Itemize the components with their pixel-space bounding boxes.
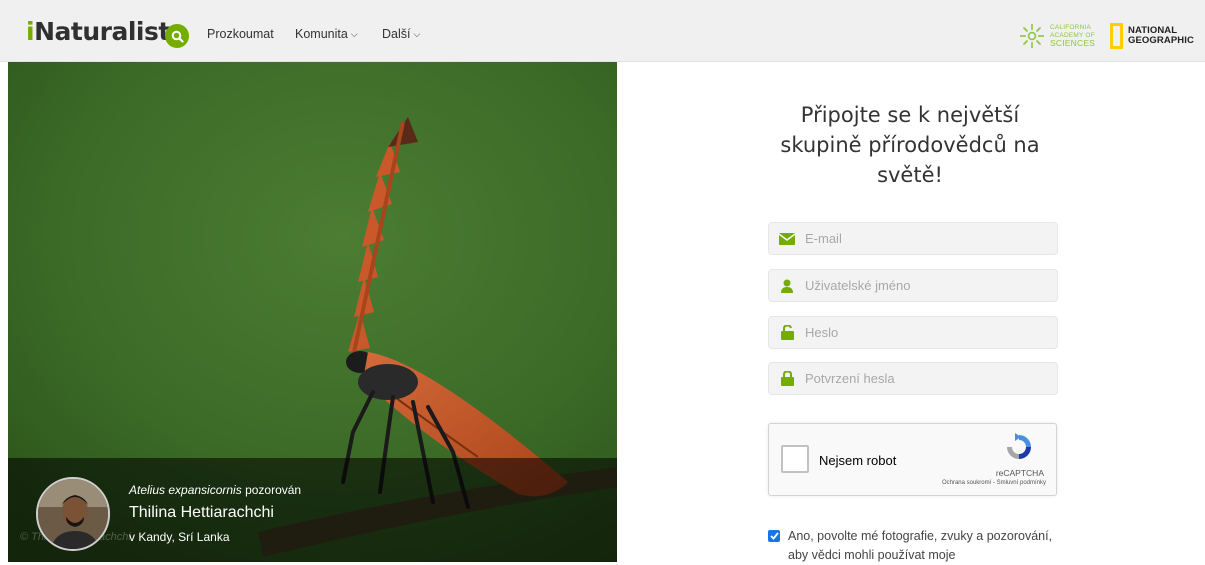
consent-label: Ano, povolte mé fotografie, zvuky a pozo… (788, 529, 1053, 562)
chevron-down-icon: ⌵ (350, 29, 358, 39)
natgeo-frame-icon (1110, 23, 1123, 49)
recaptcha-links[interactable]: Ochrana soukromí - Smluvní podmínky (942, 480, 1046, 486)
nav-community[interactable]: Komunita ⌵ (295, 26, 358, 42)
unlocked-icon (769, 325, 805, 340)
inaturalist-logo[interactable]: iNaturalist (26, 17, 170, 47)
natgeo-text: NATIONAL GEOGRAPHIC (1128, 25, 1194, 47)
observer-name[interactable]: Thilina Hettiarachchi (129, 504, 274, 522)
nav-explore-label: Prozkoumat (207, 27, 274, 41)
password-confirm-input[interactable] (805, 371, 1045, 386)
consent-checkbox[interactable] (768, 530, 780, 542)
checkmark-icon (769, 532, 779, 540)
user-icon (769, 279, 805, 293)
username-input[interactable] (805, 278, 1045, 293)
logo-prefix: i (26, 17, 35, 46)
recaptcha-brand: reCAPTCHA (995, 468, 1044, 478)
nav-explore[interactable]: Prozkoumat (207, 26, 274, 42)
top-navbar: iNaturalist Prozkoumat Komunita ⌵ Další ⌵ … (0, 0, 1205, 62)
recaptcha-widget: Nejsem robot reCAPTCHA Ochrana soukromí … (768, 423, 1057, 496)
recaptcha-logo-icon (1004, 432, 1034, 467)
national-geographic-logo[interactable]: NATIONAL GEOGRAPHIC (1110, 22, 1194, 50)
search-icon (171, 30, 184, 43)
username-field[interactable] (768, 269, 1058, 302)
cas-text: CALIFORNIA ACADEMY OF SCIENCES (1050, 24, 1095, 48)
natgeo-line-2: GEOGRAPHIC (1128, 35, 1194, 46)
cas-line-3: SCIENCES (1050, 38, 1096, 48)
cas-sunburst-icon (1020, 24, 1044, 48)
nav-community-label: Komunita (295, 27, 348, 41)
cas-line-1: CALIFORNIA (1050, 24, 1092, 31)
nav-more[interactable]: Další ⌵ (382, 26, 420, 42)
logo-text: Naturalist (34, 17, 170, 46)
envelope-icon (769, 232, 805, 245)
observer-avatar[interactable] (36, 477, 110, 551)
password-confirm-field[interactable] (768, 362, 1058, 395)
email-field[interactable] (768, 222, 1058, 255)
california-academy-logo[interactable]: CALIFORNIA ACADEMY OF SCIENCES (1018, 21, 1095, 51)
email-input[interactable] (805, 231, 1045, 246)
nav-more-label: Další (382, 27, 411, 41)
signup-heading: Připojte se k největší skupině přírodově… (780, 103, 1040, 187)
password-input[interactable] (805, 325, 1045, 340)
observer-portrait-image (38, 479, 108, 549)
password-field[interactable] (768, 316, 1058, 349)
search-button[interactable] (165, 24, 189, 48)
observation-taxon[interactable]: Atelius expansicornis pozorován (129, 483, 301, 497)
lock-icon (769, 371, 805, 386)
observed-verb: pozorován (241, 483, 302, 497)
recaptcha-checkbox[interactable] (781, 445, 809, 473)
chevron-down-icon: ⌵ (413, 29, 421, 39)
taxon-name: Atelius expansicornis (129, 483, 242, 497)
recaptcha-label: Nejsem robot (819, 453, 897, 468)
observation-place: v Kandy, Srí Lanka (129, 530, 230, 544)
featured-observation-photo[interactable]: © Thilina Hettiarachchi Atelius expansic… (8, 62, 617, 562)
